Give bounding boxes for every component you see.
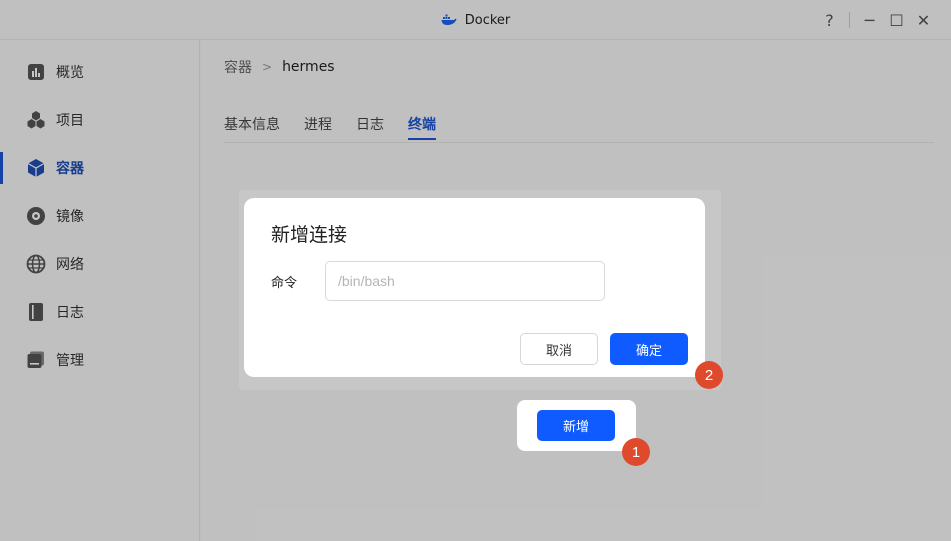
add-button[interactable]: 新增 <box>537 410 615 441</box>
confirm-button[interactable]: 确定 <box>610 333 688 365</box>
new-connection-dialog: 新增连接 命令 取消 确定 <box>244 198 705 377</box>
step-marker-1: 1 <box>622 438 650 466</box>
command-input[interactable] <box>325 261 605 301</box>
command-label: 命令 <box>271 276 298 291</box>
add-button-highlight: 新增 <box>517 400 636 451</box>
cancel-button[interactable]: 取消 <box>520 333 598 365</box>
step-marker-2: 2 <box>695 361 723 389</box>
dialog-title: 新增连接 <box>271 224 348 246</box>
